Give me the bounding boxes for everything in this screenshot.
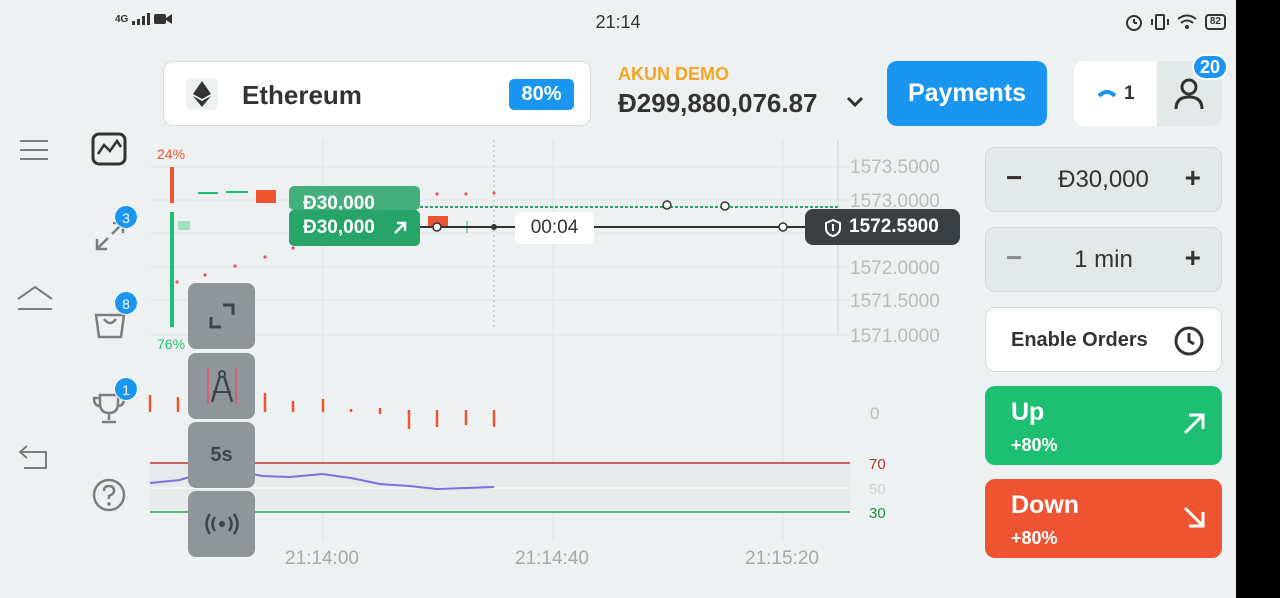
y-tick-label: 1571.5000: [850, 291, 940, 312]
x-tick-label: 21:15:20: [745, 548, 819, 569]
rsi-lower-label: 30: [869, 505, 886, 522]
clock-icon: [1174, 326, 1204, 356]
wifi-icon: [1177, 14, 1197, 29]
down-payout: +80%: [1011, 528, 1058, 548]
menu-icon[interactable]: [20, 139, 48, 161]
sentiment-down-bar: [170, 167, 174, 203]
chevron-down-icon: [846, 96, 864, 108]
sentiment-up-bar: [170, 212, 174, 327]
battery-indicator: 82: [1204, 14, 1226, 30]
rsi-upper-label: 70: [869, 456, 886, 473]
asset-payout-badge: 80%: [509, 79, 574, 110]
status-bar: 4G 21:14 82: [0, 0, 1236, 46]
rsi-mid-label: 50: [869, 481, 886, 498]
expand-icon: [209, 303, 234, 329]
vibrate-icon: [1150, 14, 1169, 30]
home-icon[interactable]: [16, 285, 54, 311]
help-icon[interactable]: [92, 478, 126, 512]
sentiment-down-label: 24%: [157, 146, 186, 162]
y-tick-label: 1572.0000: [850, 258, 940, 279]
price-chart[interactable]: [140, 135, 960, 585]
up-label: Up: [1011, 398, 1045, 426]
arrow-down-right-icon: [1183, 506, 1205, 528]
down-label: Down: [1011, 491, 1080, 519]
trades-badge: 3: [114, 205, 138, 229]
account-selector[interactable]: AKUN DEMO Đ299,880,076.87: [618, 64, 864, 119]
status-right: 82: [1125, 13, 1226, 31]
timeframe-button[interactable]: 5s: [188, 422, 255, 488]
ethereum-icon: [186, 78, 218, 110]
order-amount: Đ30,000: [303, 193, 375, 210]
current-price-dot: [491, 224, 497, 230]
fullscreen-button[interactable]: [188, 283, 255, 349]
notification-badge: 20: [1192, 54, 1228, 80]
back-icon[interactable]: [18, 444, 50, 470]
down-button[interactable]: Down +80%: [985, 479, 1222, 558]
duration-control: − 1 min +: [985, 227, 1222, 292]
macd-zero-label: 0: [870, 404, 880, 423]
asset-name: Ethereum: [242, 80, 362, 110]
compass-icon: [206, 368, 237, 404]
arrow-up-right-icon: [394, 221, 407, 234]
account-type-label: AKUN DEMO: [618, 64, 729, 84]
order-pill[interactable]: Đ30,000: [289, 210, 420, 246]
sentiment-up-label: 76%: [157, 336, 186, 352]
drawing-tools-button[interactable]: [188, 353, 255, 419]
current-price-value: 1572.5900: [849, 216, 939, 237]
enable-orders-label: Enable Orders: [1011, 329, 1148, 351]
x-tick-label: 21:14:40: [515, 548, 589, 569]
account-balance: Đ299,880,076.87: [618, 88, 818, 118]
countdown-timer: 00:04: [515, 212, 594, 244]
up-payout: +80%: [1011, 435, 1058, 455]
up-button[interactable]: Up +80%: [985, 386, 1222, 465]
trading-app: 4G 21:14 82 Ethereum 80% AKUN DEMO Đ299,…: [0, 0, 1236, 598]
signals-button[interactable]: [188, 491, 255, 557]
clock: 21:14: [595, 12, 641, 32]
open-trades-count: 1: [1124, 83, 1135, 104]
enable-orders-button[interactable]: Enable Orders: [985, 307, 1222, 372]
alarm-icon: [1125, 15, 1142, 31]
market-badge: 8: [114, 291, 138, 315]
open-trades-button[interactable]: 1: [1074, 61, 1157, 126]
order-amount: Đ30,000: [303, 217, 375, 238]
payments-button[interactable]: Payments: [887, 61, 1047, 126]
amount-control: − Đ30,000 +: [985, 147, 1222, 212]
timeframe-label: 5s: [210, 443, 233, 466]
chart-icon[interactable]: [91, 132, 127, 166]
asset-selector[interactable]: Ethereum 80%: [163, 61, 591, 126]
shield-icon: [825, 219, 841, 237]
y-tick-label: 1573.5000: [850, 157, 940, 178]
current-price-tag: 1572.5900: [805, 209, 960, 245]
broadcast-icon: [204, 513, 239, 535]
y-tick-label: 1571.0000: [850, 326, 940, 347]
duration-increase-button[interactable]: +: [1185, 242, 1201, 274]
tournaments-badge: 1: [114, 377, 138, 401]
order-pill[interactable]: Đ30,000: [289, 186, 420, 210]
x-tick-label: 21:14:00: [285, 548, 359, 569]
user-icon[interactable]: [1174, 78, 1204, 110]
arrow-up-right-icon: [1183, 413, 1205, 435]
trades-indicator-icon: [1098, 90, 1116, 98]
amount-increase-button[interactable]: +: [1185, 162, 1201, 194]
